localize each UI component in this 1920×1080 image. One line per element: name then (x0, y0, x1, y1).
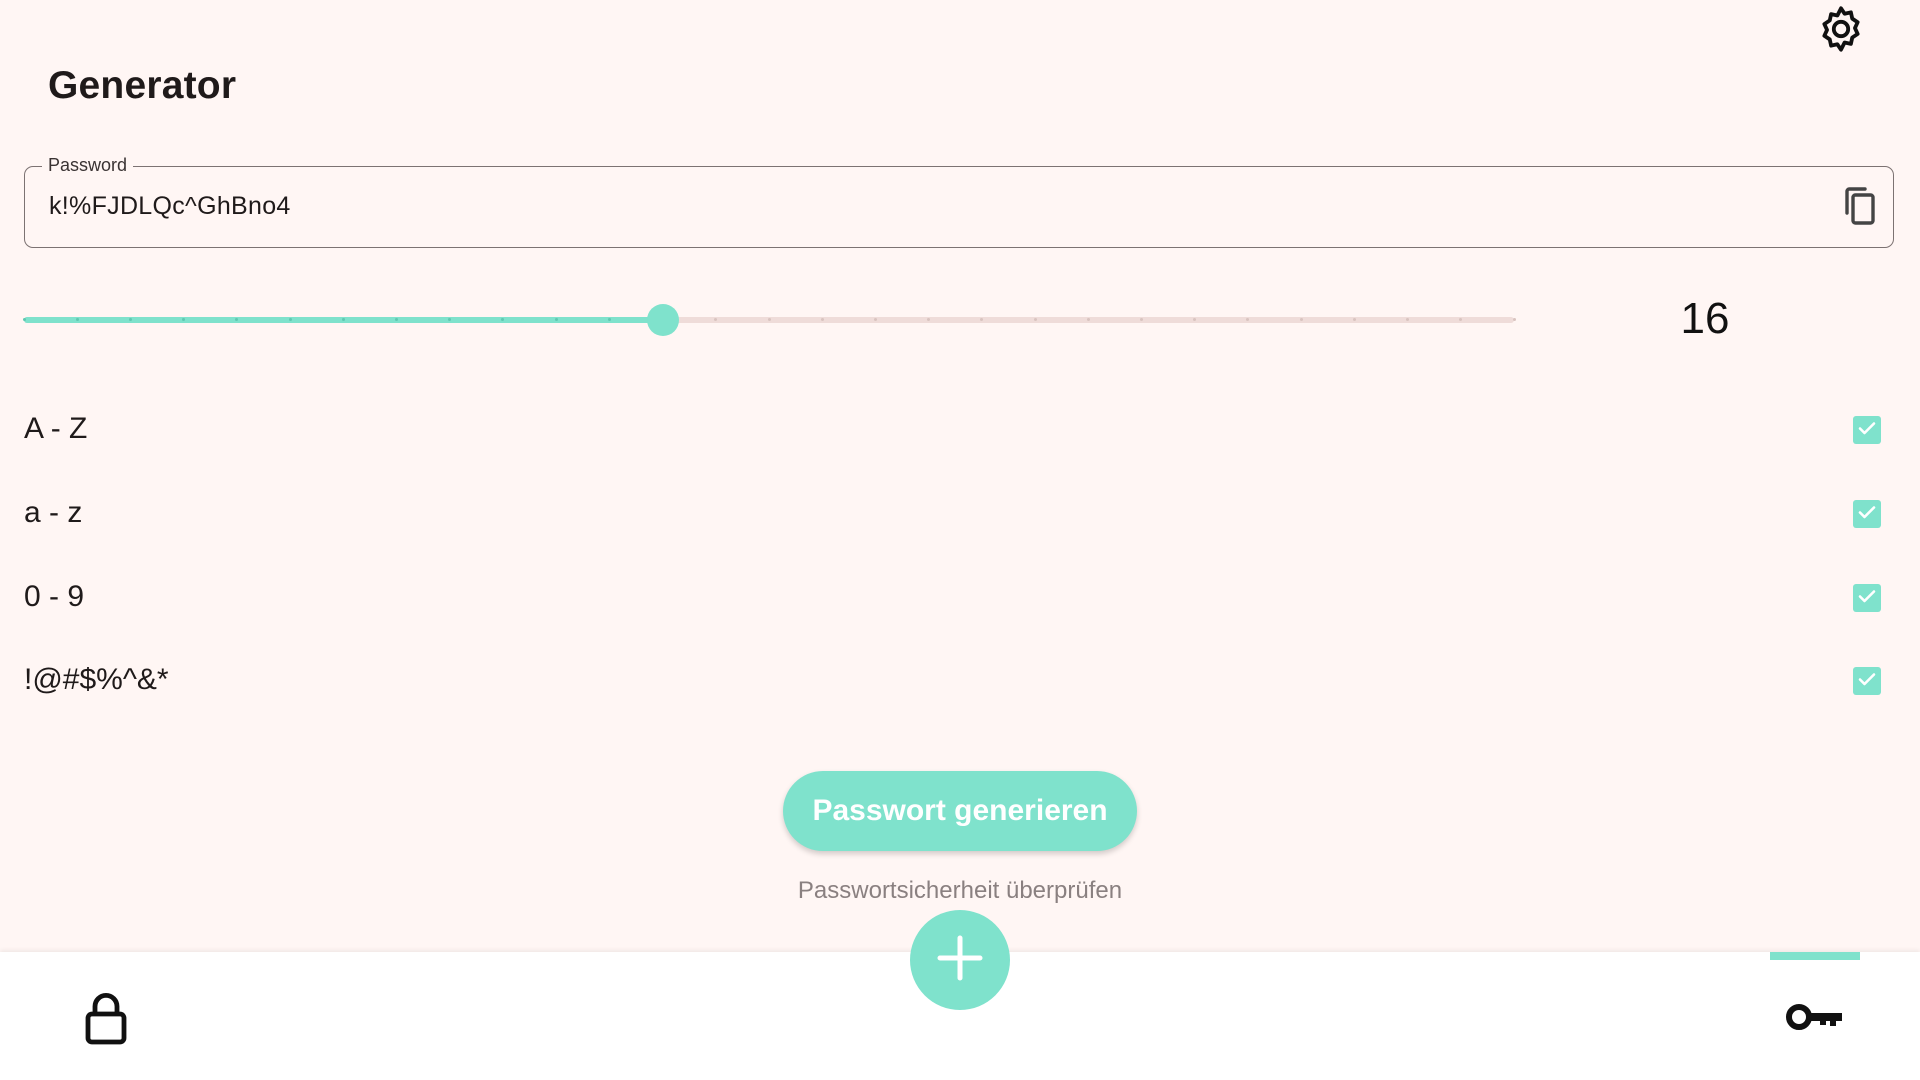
slider-tick (554, 318, 558, 321)
slider-tick (1193, 318, 1197, 321)
option-uppercase: A - Z (24, 402, 1894, 458)
option-digits: 0 - 9 (24, 570, 1894, 626)
slider-tick (182, 318, 186, 321)
option-lowercase-label: a - z (24, 496, 83, 529)
slider-tick (873, 318, 877, 321)
slider-tick (1299, 318, 1303, 321)
slider-tick (980, 318, 984, 321)
digits-checkbox[interactable] (1853, 584, 1881, 612)
symbols-checkbox[interactable] (1853, 667, 1881, 695)
active-tab-indicator (1770, 952, 1860, 960)
lock-icon (84, 990, 128, 1051)
slider-tick (1033, 318, 1037, 321)
gear-icon (1814, 2, 1868, 61)
slider-tick (341, 318, 345, 321)
check-strength-link[interactable]: Passwortsicherheit überprüfen (660, 877, 1260, 905)
lowercase-checkbox[interactable] (1853, 500, 1881, 528)
slider-tick (1246, 318, 1250, 321)
add-entry-button[interactable] (910, 910, 1010, 1010)
slider-tick (501, 318, 505, 321)
slider-tick (1086, 318, 1090, 321)
uppercase-checkbox[interactable] (1853, 416, 1881, 444)
slider-tick (1459, 318, 1463, 321)
check-icon (1856, 501, 1878, 528)
slider-tick (22, 318, 26, 321)
option-uppercase-label: A - Z (24, 412, 88, 445)
check-icon (1856, 668, 1878, 695)
option-symbols-label: !@#$%^&* (24, 663, 169, 696)
slider-tick (75, 318, 79, 321)
check-icon (1856, 417, 1878, 444)
copy-button[interactable] (1839, 186, 1881, 230)
generator-screen: Generator Password k!%FJDLQc^GhBno4 16 A… (0, 0, 1920, 1080)
nav-vault-button[interactable] (74, 988, 138, 1052)
option-symbols: !@#$%^&* (24, 653, 1894, 709)
check-icon (1856, 585, 1878, 612)
slider-ticks (22, 318, 1516, 322)
password-length-value: 16 (1680, 294, 1730, 343)
copy-icon (1843, 186, 1877, 230)
plus-icon (936, 934, 984, 987)
length-slider[interactable] (22, 300, 1516, 340)
slider-tick (1140, 318, 1143, 321)
slider-tick (767, 318, 771, 321)
generate-password-button[interactable]: Passwort generieren (783, 771, 1137, 851)
slider-tick (128, 318, 132, 321)
key-icon (1786, 1000, 1844, 1039)
slider-thumb[interactable] (646, 304, 679, 336)
slider-tick (395, 318, 398, 321)
slider-tick (448, 318, 452, 321)
slider-tick (1406, 318, 1410, 321)
slider-tick (1352, 318, 1356, 321)
password-value[interactable]: k!%FJDLQc^GhBno4 (49, 192, 291, 221)
option-digits-label: 0 - 9 (24, 580, 85, 613)
settings-button[interactable] (1812, 2, 1870, 60)
slider-tick (714, 318, 718, 321)
nav-generator-button[interactable] (1770, 952, 1860, 1080)
password-field[interactable]: Password k!%FJDLQc^GhBno4 (24, 155, 1894, 248)
slider-tick (607, 318, 611, 321)
option-lowercase: a - z (24, 486, 1894, 542)
slider-tick (1512, 318, 1516, 321)
password-field-label: Password (42, 155, 134, 176)
slider-tick (288, 318, 292, 321)
page-title: Generator (48, 64, 237, 107)
slider-tick (820, 318, 824, 321)
slider-tick (235, 318, 239, 321)
slider-tick (927, 318, 931, 321)
